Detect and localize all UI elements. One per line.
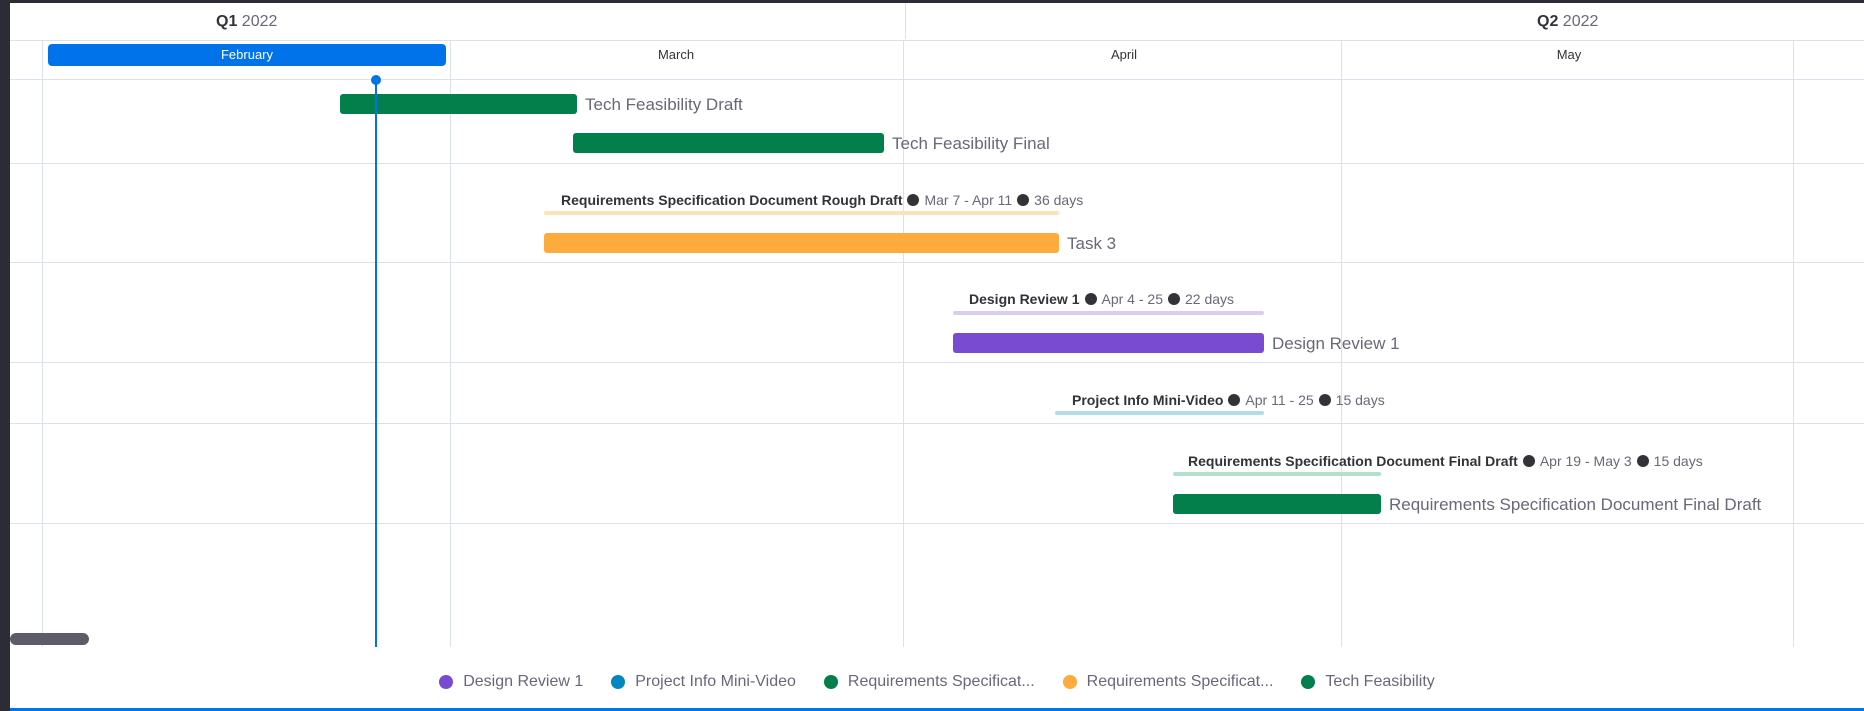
group-span-line xyxy=(1055,411,1264,415)
group-span-line xyxy=(953,311,1264,315)
gridline xyxy=(903,40,904,647)
separator-dot-icon xyxy=(907,194,920,206)
legend-dot-icon xyxy=(611,675,626,689)
group-span-line xyxy=(1173,472,1381,476)
quarter-q1-label: Q1 2022 xyxy=(216,13,278,30)
task-bar-requirements-final-draft[interactable] xyxy=(1173,494,1381,514)
group-divider xyxy=(10,423,1864,424)
separator-dot-icon xyxy=(1017,194,1030,206)
separator-dot-icon xyxy=(1167,293,1180,305)
month-may[interactable]: May xyxy=(1343,44,1795,66)
gridline xyxy=(42,40,43,647)
separator-dot-icon xyxy=(1522,455,1535,467)
task-label: Tech Feasibility Final xyxy=(892,134,1050,153)
legend-item-requirements-rough[interactable]: Requirements Specificat... xyxy=(1062,667,1273,697)
legend: Design Review 1 Project Info Mini-Video … xyxy=(10,667,1864,697)
separator-dot-icon xyxy=(1318,394,1331,406)
quarter-divider xyxy=(905,3,906,39)
group-info: Requirements Specification Document Fina… xyxy=(1188,453,1703,469)
month-row-divider xyxy=(10,79,1864,80)
task-label: Tech Feasibility Draft xyxy=(585,95,743,114)
month-february[interactable]: February xyxy=(48,44,446,66)
task-label: Design Review 1 xyxy=(1272,334,1400,353)
month-april[interactable]: April xyxy=(906,44,1342,66)
legend-dot-icon xyxy=(823,675,838,689)
group-divider xyxy=(10,163,1864,164)
legend-area: Design Review 1 Project Info Mini-Video … xyxy=(10,647,1864,711)
task-bar-tech-feasibility-final[interactable] xyxy=(573,133,884,153)
legend-item-project-info-mini-video[interactable]: Project Info Mini-Video xyxy=(611,667,796,697)
task-bar-design-review-1[interactable] xyxy=(953,333,1264,353)
header-divider xyxy=(10,40,1864,41)
legend-dot-icon xyxy=(1062,675,1077,689)
group-span-line xyxy=(544,211,1059,215)
gridline xyxy=(450,40,451,647)
quarter-q2-label: Q2 2022 xyxy=(1537,13,1599,30)
horizontal-scrollbar[interactable] xyxy=(10,633,89,645)
group-divider xyxy=(10,523,1864,524)
legend-item-design-review-1[interactable]: Design Review 1 xyxy=(439,667,583,697)
legend-item-requirements-final[interactable]: Requirements Specificat... xyxy=(823,667,1035,697)
legend-dot-icon xyxy=(1301,675,1316,689)
group-divider xyxy=(10,262,1864,263)
task-bar-task-3[interactable] xyxy=(544,233,1059,253)
group-divider xyxy=(10,362,1864,363)
gantt-timeline: Q1 2022 Q2 2022 February March April May… xyxy=(10,3,1864,711)
gridline xyxy=(1793,40,1794,647)
separator-dot-icon xyxy=(1636,455,1649,467)
separator-dot-icon xyxy=(1084,293,1097,305)
group-info: Project Info Mini-Video Apr 11 - 25 15 day… xyxy=(1072,392,1385,408)
group-info: Design Review 1 Apr 4 - 25 22 days xyxy=(969,291,1235,307)
task-label: Requirements Specification Document Fina… xyxy=(1389,495,1762,514)
task-label: Task 3 xyxy=(1067,234,1117,253)
separator-dot-icon xyxy=(1228,394,1241,406)
legend-item-tech-feasibility[interactable]: Tech Feasibility xyxy=(1301,667,1435,697)
month-march[interactable]: March xyxy=(450,44,902,66)
group-info: Requirements Specification Document Roug… xyxy=(561,192,1084,208)
today-marker-line xyxy=(375,81,377,647)
legend-dot-icon xyxy=(439,675,454,689)
